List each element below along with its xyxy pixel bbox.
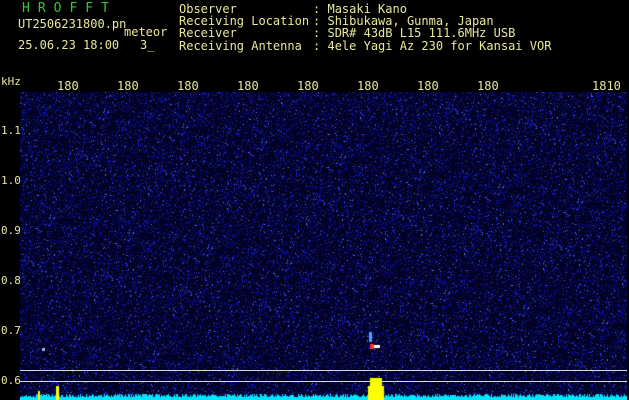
y-tick-label: 0.8 xyxy=(1,274,21,287)
marker-line-lower xyxy=(20,381,627,382)
y-tick-label: 0.6 xyxy=(1,374,21,387)
waterfall-display[interactable] xyxy=(20,92,627,400)
receiver-row: Receiver : SDR# 43dB L15 111.6MHz USB xyxy=(179,27,551,39)
app-title: HROFFT xyxy=(22,1,117,16)
station-info: Observer : Masaki Kano Receiving Locatio… xyxy=(179,3,551,52)
y-axis-unit: kHz xyxy=(1,75,21,88)
x-tick-label: 180 xyxy=(477,79,499,93)
antenna-row: Receiving Antenna : 4ele Yagi Az 230 for… xyxy=(179,38,552,53)
antenna-sep: : xyxy=(313,38,321,53)
capture-timestamp: 25.06.23 18:00 xyxy=(18,38,120,52)
x-tick-label: 180 xyxy=(417,79,439,93)
x-tick-label: 180 xyxy=(357,79,379,93)
capture-kind: meteor xyxy=(124,25,168,39)
receiver-sep: : xyxy=(313,26,321,41)
y-tick-label: 1.0 xyxy=(1,174,21,187)
x-tick-label: 180 xyxy=(57,79,79,93)
y-tick-label: 0.7 xyxy=(1,324,21,337)
x-tick-label: 1810 xyxy=(592,79,621,93)
x-tick-label: 180 xyxy=(297,79,319,93)
y-tick-label: 1.1 xyxy=(1,124,21,137)
x-tick-label: 180 xyxy=(177,79,199,93)
y-axis: 1.1 1.0 0.9 0.8 0.7 0.6 xyxy=(0,92,21,400)
x-tick-label: 180 xyxy=(237,79,259,93)
header: HROFFT UT2506231800.pn meteor 25.06.23 1… xyxy=(0,0,629,76)
file-name: UT2506231800.pn xyxy=(18,17,127,31)
page-index: 3_ xyxy=(140,38,155,52)
y-tick-label: 0.9 xyxy=(1,224,21,237)
marker-line-upper xyxy=(20,370,627,371)
antenna-value: 4ele Yagi Az 230 for Kansai VOR xyxy=(327,38,552,53)
antenna-label: Receiving Antenna xyxy=(179,38,302,53)
waterfall-canvas xyxy=(20,92,627,400)
receiver-label: Receiver xyxy=(179,26,237,41)
x-tick-label: 180 xyxy=(117,79,139,93)
receiver-value: SDR# 43dB L15 111.6MHz USB xyxy=(327,26,516,41)
